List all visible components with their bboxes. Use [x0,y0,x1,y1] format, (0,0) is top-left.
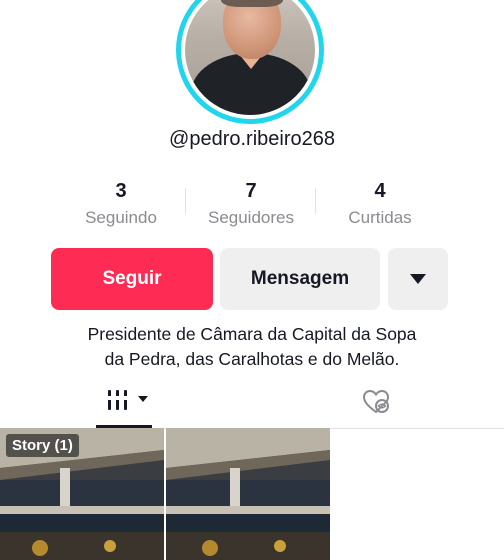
stat-followers-label: Seguidores [207,208,294,227]
stat-followers[interactable]: 7 Seguidores [181,178,321,228]
avatar-hair [221,0,283,7]
more-options-button[interactable] [388,248,448,310]
story-label: Story (1) [6,434,79,457]
video-preview-image [166,428,330,560]
tab-liked[interactable] [360,386,392,418]
stat-following[interactable]: 3 Seguindo [51,178,191,228]
profile-bio: Presidente de Câmara da Capital da Sopa … [20,322,484,372]
liked-hidden-icon [362,389,390,414]
bio-line: Presidente de Câmara da Capital da Sopa [87,324,417,344]
avatar-photo [185,0,315,115]
avatar-border [181,0,319,119]
profile-stats: 3 Seguindo 7 Seguidores 4 Curtidas [0,178,504,238]
video-grid: Story (1) [0,428,504,560]
bio-line: da Pedra, das Caralhotas e do Melão. [104,349,400,369]
stat-likes-count: 4 [374,180,386,202]
profile-tabs [0,380,504,429]
message-button[interactable]: Mensagem [220,248,380,310]
tab-videos[interactable] [96,380,152,428]
avatar-face [223,0,281,59]
caret-down-icon [410,274,426,284]
stat-following-count: 3 [115,180,127,202]
chevron-down-icon [138,396,148,402]
profile-username: @pedro.ribeiro268 [169,128,335,150]
stat-likes-label: Curtidas [348,208,412,227]
video-thumbnail[interactable]: Story (1) [0,428,164,560]
follow-button[interactable]: Seguir [51,248,213,310]
video-thumbnail[interactable] [166,428,330,560]
grid-bars-icon [108,390,130,410]
avatar[interactable] [176,0,324,124]
stat-likes[interactable]: 4 Curtidas [310,178,450,228]
stat-following-label: Seguindo [85,208,157,227]
stat-followers-count: 7 [245,180,257,202]
